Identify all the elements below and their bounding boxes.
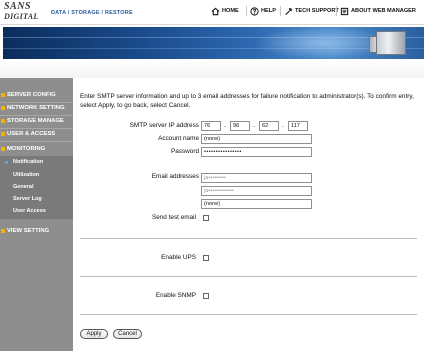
ip-separator: . [224, 122, 226, 129]
about-label: ABOUT WEB MANAGER [351, 8, 416, 14]
about-icon [340, 7, 349, 15]
smtp-ip-octet-4[interactable]: 117 [288, 121, 308, 131]
bullet-icon [1, 132, 5, 136]
ip-separator: . [253, 122, 255, 129]
enable-snmp-label: Enable SNMP [155, 292, 196, 299]
section-divider [80, 238, 417, 239]
smtp-ip-label: SMTP server IP address [129, 122, 199, 129]
smtp-ip-octet-1[interactable]: 76 [201, 121, 221, 131]
bullet-icon [1, 229, 5, 233]
email-field-2[interactable]: ja••••••••••••• [201, 186, 312, 196]
home-link[interactable]: HOME [211, 5, 239, 17]
smtp-ip-octet-2[interactable]: 96 [230, 121, 250, 131]
sidebar-subitem-notification[interactable]: Notification [13, 159, 43, 165]
help-icon [250, 6, 259, 16]
sidebar-item-label: USER & ACCESS [7, 131, 56, 137]
help-label: HELP [261, 8, 276, 14]
active-dot-icon [5, 161, 8, 164]
enable-snmp-checkbox[interactable] [203, 293, 209, 299]
sidebar: SERVER CONFIG NETWORK SETTING STORAGE MA… [0, 78, 73, 351]
breadcrumb: DATA / STORAGE / RESTORE [51, 10, 133, 16]
apply-button[interactable]: Apply [80, 329, 108, 339]
enable-ups-label: Enable UPS [161, 254, 196, 261]
sidebar-item-label: STORAGE MANAGE [7, 118, 64, 124]
ip-separator: . [282, 122, 284, 129]
nav-divider [336, 6, 337, 16]
header-banner [3, 27, 424, 59]
bullet-icon [1, 106, 5, 110]
sidebar-subitem-general[interactable]: General [13, 184, 33, 190]
enable-ups-checkbox[interactable] [203, 255, 209, 261]
sidebar-item-label: VIEW SETTING [7, 228, 50, 234]
about-link[interactable]: ABOUT WEB MANAGER [340, 5, 416, 17]
sidebar-item-label: SERVER CONFIG [7, 92, 56, 98]
smtp-ip-octet-3[interactable]: 62 [259, 121, 279, 131]
logo-line-2: DIGITAL [4, 12, 39, 21]
sidebar-item-monitoring[interactable]: MONITORING [0, 143, 73, 155]
sidebar-subitem-server-log[interactable]: Server Log [13, 196, 42, 202]
nav-divider [280, 6, 281, 16]
bullet-icon [1, 119, 5, 123]
sidebar-subitem-user-access[interactable]: User Access [13, 208, 46, 214]
password-field[interactable]: •••••••••••••••• [201, 147, 312, 157]
sidebar-item-storage-manage[interactable]: STORAGE MANAGE [0, 115, 73, 127]
top-header: SANS DIGITAL DATA / STORAGE / RESTORE HO… [0, 0, 424, 25]
email-field-3[interactable]: (none) [201, 199, 312, 209]
sidebar-subitem-utilization[interactable]: Utilization [13, 172, 39, 178]
sidebar-item-user-access[interactable]: USER & ACCESS [0, 128, 73, 140]
send-test-email-checkbox[interactable] [203, 215, 209, 221]
section-divider [80, 314, 417, 315]
bullet-icon [1, 93, 5, 97]
bullet-icon [1, 147, 5, 151]
account-name-label: Account name [158, 135, 199, 142]
main-panel: Enter SMTP server information and up to … [73, 78, 424, 351]
home-icon [211, 7, 220, 15]
brand-logo: SANS DIGITAL [4, 2, 44, 22]
tech-support-label: TECH SUPPORT [295, 8, 339, 14]
sidebar-item-label: NETWORK SETTING [7, 105, 65, 111]
sidebar-divider [0, 141, 73, 142]
email-field-1[interactable]: ja••••••••• [201, 173, 312, 183]
section-divider [80, 276, 417, 277]
banner-spacer [0, 60, 424, 78]
send-test-email-label: Send test email [151, 214, 196, 221]
sidebar-item-server-config[interactable]: SERVER CONFIG [0, 89, 73, 101]
banner-device-image [376, 31, 406, 55]
wrench-icon [285, 7, 293, 15]
intro-text: Enter SMTP server information and up to … [80, 93, 414, 109]
sidebar-item-label: MONITORING [7, 146, 46, 152]
account-name-field[interactable]: (none) [201, 134, 312, 144]
home-label: HOME [222, 8, 239, 14]
nav-divider [246, 6, 247, 16]
tech-support-link[interactable]: TECH SUPPORT [284, 5, 339, 17]
cancel-button[interactable]: Cancel [113, 329, 142, 339]
email-addresses-label: Email addresses [151, 173, 199, 180]
password-label: Password [170, 148, 199, 155]
help-link[interactable]: HELP [250, 5, 276, 17]
sidebar-item-network-setting[interactable]: NETWORK SETTING [0, 102, 73, 114]
sidebar-item-view-setting[interactable]: VIEW SETTING [0, 225, 73, 237]
logo-line-1: SANS [4, 1, 32, 12]
